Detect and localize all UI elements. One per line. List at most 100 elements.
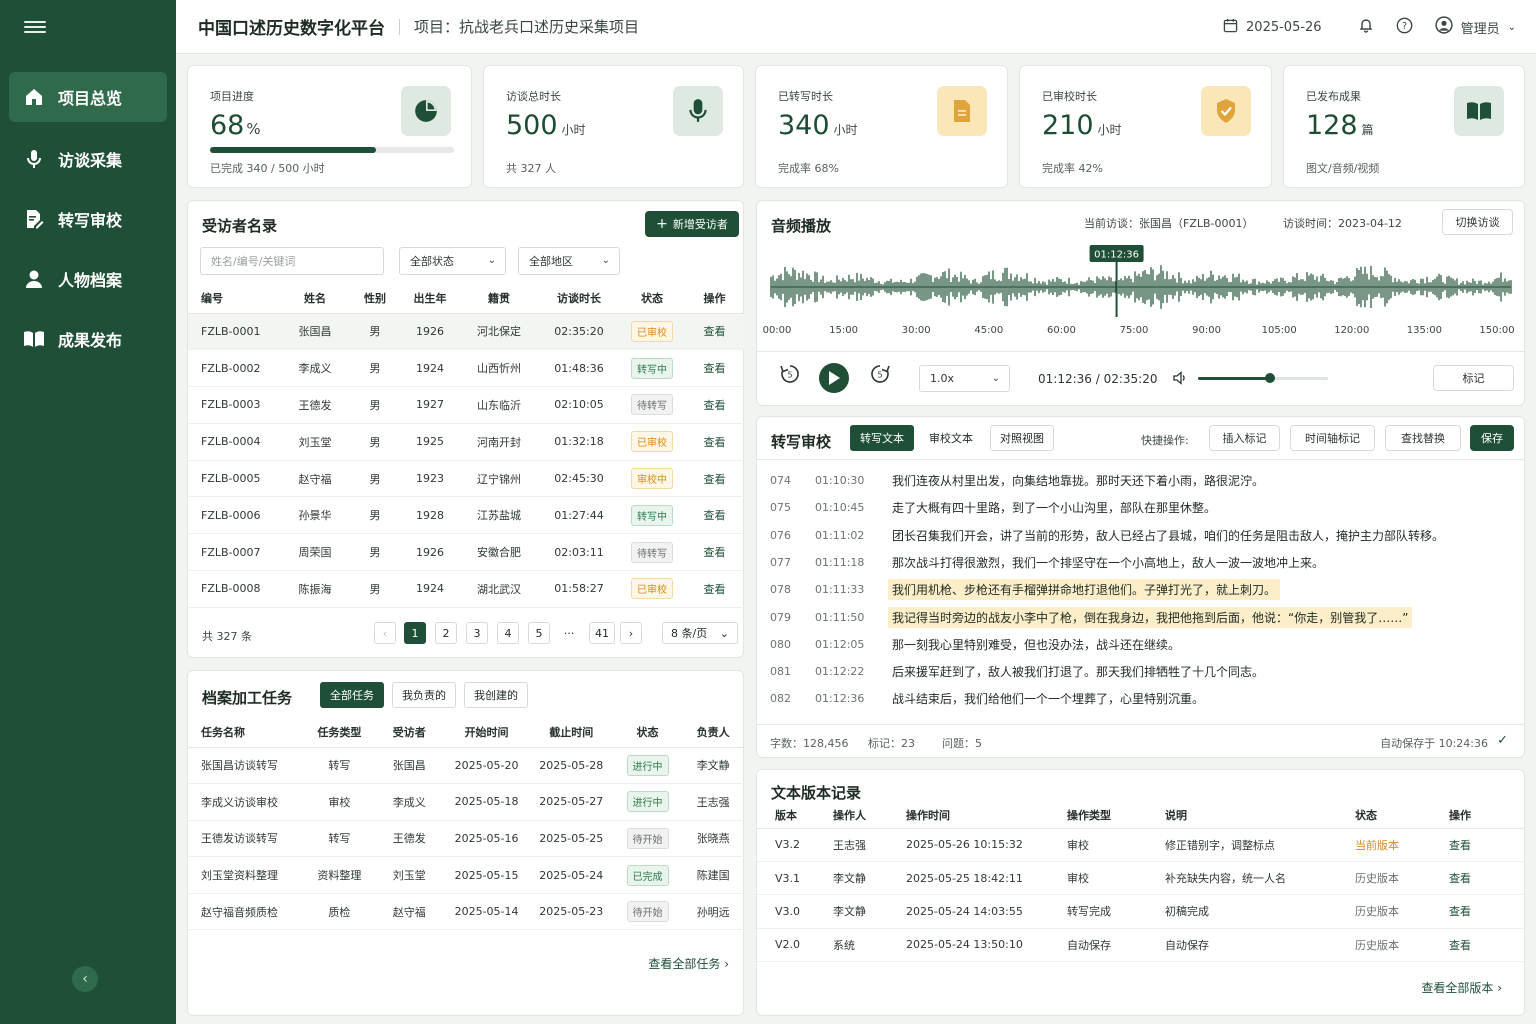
collapse-sidebar-button[interactable]: ‹ (72, 966, 98, 992)
table-row[interactable]: 刘玉堂资料整理 资料整理 刘玉堂 2025-05-15 2025-05-24 已完成 陈建国 (188, 856, 745, 894)
line-text[interactable]: 那一刻我心里特别难受，但也没办法，战斗还在继续。 (888, 634, 1184, 655)
forward-button[interactable]: 5 (869, 363, 891, 388)
sidebar-item-transcribe[interactable]: 转写审校 (9, 194, 167, 244)
view-link[interactable]: 查看 (704, 509, 726, 522)
status-filter-select[interactable]: 全部状态 ⌄ (399, 247, 506, 275)
table-row[interactable]: V3.0 李文静 2025-05-24 14:03:55 转写完成 初稿完成 历史版本 查看 (757, 894, 1526, 929)
playback-time: 01:12:36 / 02:35:20 (1038, 372, 1158, 386)
hamburger-menu-icon[interactable] (24, 18, 46, 36)
table-row[interactable]: FZLB-0005 赵守福男 1923 辽宁锦州 02:45:30 审校中 查看 (188, 460, 745, 498)
date-picker[interactable]: 2025-05-26 (1223, 18, 1322, 37)
table-row[interactable]: FZLB-0004 刘玉堂男 1925 河南开封 01:32:18 已审校 查看 (188, 423, 745, 461)
help-button[interactable]: ? (1396, 17, 1413, 38)
tab-created-tasks[interactable]: 我创建的 (464, 682, 528, 708)
view-link[interactable]: 查看 (704, 546, 726, 559)
cell-owner: 李文静 (681, 747, 745, 785)
rewind-button[interactable]: 5 (779, 363, 801, 388)
region-filter-select[interactable]: 全部地区 ⌄ (518, 247, 620, 275)
view-link[interactable]: 查看 (704, 473, 726, 486)
stat-card-published: 已发布成果 128 篇 图文/音频/视频 (1283, 65, 1525, 188)
volume-icon[interactable] (1172, 370, 1188, 389)
view-link[interactable]: 查看 (704, 583, 726, 596)
sidebar-item-profiles[interactable]: 人物档案 (9, 254, 167, 304)
table-row[interactable]: 王德发访谈转写 转写 王德发 2025-05-16 2025-05-25 待开始 张晓燕 (188, 820, 745, 858)
tab-review-text[interactable]: 审校文本 (920, 425, 982, 451)
view-link[interactable]: 查看 (1449, 872, 1471, 885)
cell-start: 2025-05-18 (444, 783, 529, 821)
add-interviewee-button[interactable]: + 新增受访者 (645, 211, 739, 237)
view-link[interactable]: 查看 (704, 436, 726, 449)
search-input[interactable]: 姓名/编号/关键词 (200, 247, 384, 275)
transcript-line[interactable]: 075 01:10:45 走了大概有四十里路，到了一个小山沟里，部队在那里休整。 (770, 494, 1220, 521)
table-row[interactable]: FZLB-0008 陈振海男 1924 湖北武汉 01:58:27 已审校 查看 (188, 570, 745, 608)
page-button[interactable]: 5 (528, 622, 550, 644)
table-row[interactable]: 张国昌访谈转写 转写 张国昌 2025-05-20 2025-05-28 进行中 李文静 (188, 747, 745, 785)
line-text[interactable]: 我记得当时旁边的战友小李中了枪，倒在我身边，我把他拖到后面，他说：“你走，别管我… (888, 606, 1413, 628)
transcript-line[interactable]: 074 01:10:30 我们连夜从村里出发，向集结地靠拢。那时天还下着小雨，路很泥… (770, 467, 1268, 494)
page-button[interactable]: 1 (404, 622, 426, 644)
tab-all-tasks[interactable]: 全部任务 (320, 682, 384, 708)
line-text[interactable]: 我们用机枪、步枪还有手榴弹拼命地打退他们。子弹打光了，就上刺刀。 (888, 579, 1281, 601)
sidebar-item-interview[interactable]: 访谈采集 (9, 134, 167, 184)
page-button[interactable]: 41 (589, 622, 615, 644)
view-link[interactable]: 查看 (1449, 939, 1471, 952)
line-timestamp: 01:12:36 (815, 692, 865, 706)
tab-my-tasks[interactable]: 我负责的 (392, 682, 456, 708)
transcript-line[interactable]: 078 01:11:33 我们用机枪、步枪还有手榴弹拼命地打退他们。子弹打光了，就上… (770, 576, 1281, 603)
table-row[interactable]: FZLB-0003 王德发男 1927 山东临沂 02:10:05 待转写 查看 (188, 386, 745, 424)
find-replace-button[interactable]: 查找替换 (1385, 425, 1461, 451)
page-button[interactable]: 4 (497, 622, 519, 644)
sidebar-item-publish[interactable]: 成果发布 (9, 314, 167, 364)
version-status: 当前版本 (1355, 828, 1449, 862)
tab-transcript-text[interactable]: 转写文本 (850, 425, 914, 451)
page-button[interactable]: ··· (558, 622, 580, 644)
transcript-line[interactable]: 079 01:11:50 我记得当时旁边的战友小李中了枪，倒在我身边，我把他拖到后面… (770, 604, 1413, 631)
line-text[interactable]: 后来援军赶到了，敌人被我们打退了。那天我们排牺牲了十几个同志。 (888, 661, 1268, 682)
table-row[interactable]: V3.2 王志强 2025-05-26 10:15:32 审校 修正错别字，调整标点 当前… (757, 828, 1526, 862)
line-text[interactable]: 那次战斗打得很激烈，我们一个排坚守在一个小高地上，敌人一波一波地冲上来。 (888, 552, 1328, 573)
view-all-tasks-link[interactable]: 查看全部任务 › (648, 955, 729, 972)
transcript-line[interactable]: 080 01:12:05 那一刻我心里特别难受，但也没办法，战斗还在继续。 (770, 631, 1184, 658)
play-button[interactable] (819, 363, 849, 393)
view-link[interactable]: 查看 (704, 399, 726, 412)
table-row[interactable]: 赵守福音频质检 质检 赵守福 2025-05-14 2025-05-23 待开始 孙明远 (188, 893, 745, 931)
switch-interview-button[interactable]: 切换访谈 (1442, 209, 1513, 235)
transcript-line[interactable]: 076 01:11:02 团长召集我们开会，讲了当前的形势，敌人已经占了县城，咱们的… (770, 522, 1448, 549)
page-button[interactable]: 3 (466, 622, 488, 644)
view-link[interactable]: 查看 (704, 362, 726, 375)
transcript-line[interactable]: 082 01:12:36 战斗结束后，我们给他们一个一个埋葬了，心里特别沉重。 (770, 685, 1208, 712)
timeline-mark-button[interactable]: 时间轴标记 (1290, 425, 1375, 451)
volume-slider[interactable] (1198, 373, 1328, 383)
insert-mark-button[interactable]: 插入标记 (1209, 425, 1280, 451)
table-row[interactable]: FZLB-0006 孙景华男 1928 江苏盐城 01:27:44 转写中 查看 (188, 496, 745, 535)
interviewee-table: 编号 姓名 性别 出生年 籍贯 访谈时长 状态 操作 FZLB-0001 张国昌男 1926 河北保… (188, 283, 745, 608)
transcript-line[interactable]: 077 01:11:18 那次战斗打得很激烈，我们一个排坚守在一个小高地上，敌人一波… (770, 549, 1328, 576)
table-row[interactable]: FZLB-0002 李成义男 1924 山西忻州 01:48:36 转写中 查看 (188, 349, 745, 388)
speed-select[interactable]: 1.0x ⌄ (919, 365, 1010, 392)
page-size-select[interactable]: 8 条/页 ⌄ (662, 622, 738, 644)
table-row[interactable]: V3.1 李文静 2025-05-25 18:42:11 审校 补充缺失内容，统一人名历… (757, 861, 1526, 896)
line-text[interactable]: 我们连夜从村里出发，向集结地靠拢。那时天还下着小雨，路很泥泞。 (888, 470, 1268, 491)
line-text[interactable]: 战斗结束后，我们给他们一个一个埋葬了，心里特别沉重。 (888, 688, 1208, 709)
mark-button[interactable]: 标记 (1433, 365, 1514, 391)
prev-page-button[interactable]: ‹ (374, 622, 396, 644)
user-menu[interactable]: 管理员 ⌄ (1434, 16, 1516, 38)
table-row[interactable]: 李成义访谈审校 审校 李成义 2025-05-18 2025-05-27 进行中 王志强 (188, 783, 745, 821)
view-link[interactable]: 查看 (704, 325, 726, 338)
table-row[interactable]: FZLB-0007 周荣国男 1926 安徽合肥 02:03:11 待转写 查看 (188, 533, 745, 572)
transcript-line[interactable]: 081 01:12:22 后来援军赶到了，敌人被我们打退了。那天我们排牺牲了十几个同… (770, 658, 1268, 685)
notifications-button[interactable] (1358, 17, 1374, 37)
table-row[interactable]: FZLB-0001 张国昌男 1926 河北保定 02:35:20 已审校 查看 (188, 313, 745, 351)
line-text[interactable]: 走了大概有四十里路，到了一个小山沟里，部队在那里休整。 (888, 497, 1220, 518)
view-link[interactable]: 查看 (1449, 839, 1471, 852)
line-text[interactable]: 团长召集我们开会，讲了当前的形势，敌人已经占了县城，咱们的任务是阻击敌人，掩护主… (888, 525, 1448, 546)
view-all-versions-link[interactable]: 查看全部版本 › (1421, 979, 1502, 996)
next-page-button[interactable]: › (620, 622, 642, 644)
save-button[interactable]: 保存 (1470, 425, 1514, 451)
page-button[interactable]: 2 (435, 622, 457, 644)
table-row[interactable]: V2.0 系统 2025-05-24 13:50:10 自动保存 自动保存 历史版本 查看 (757, 928, 1526, 963)
tab-compare-view[interactable]: 对照视图 (990, 425, 1054, 451)
sidebar-item-overview[interactable]: 项目总览 (9, 72, 167, 122)
waveform[interactable]: 01:12:36 00:00 15:00 30:00 45:00 60:00 75:00 90… (757, 241, 1526, 351)
view-link[interactable]: 查看 (1449, 905, 1471, 918)
